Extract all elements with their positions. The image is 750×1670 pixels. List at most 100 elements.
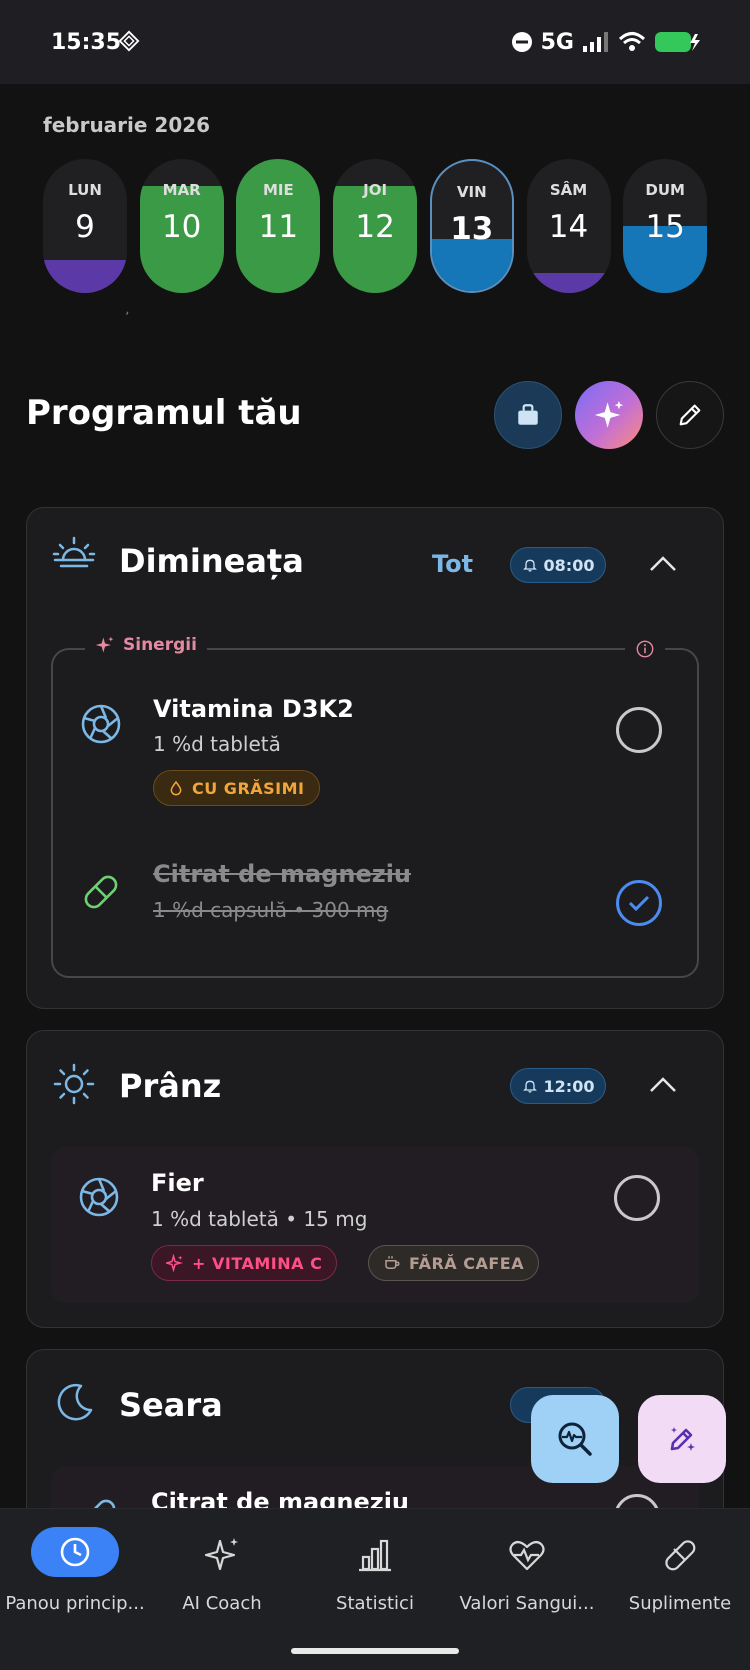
nav-ai-coach[interactable]: AI Coach — [147, 1527, 297, 1627]
supplement-name: Citrat de magneziu — [153, 860, 412, 888]
dnd-icon — [511, 32, 532, 52]
day-vin[interactable]: VIN 13 — [429, 159, 514, 293]
section-title: Prânz — [119, 1067, 222, 1105]
day-name: MIE — [263, 181, 294, 199]
section-title: Seara — [119, 1386, 223, 1424]
nav-label: Panou princip... — [5, 1593, 145, 1614]
sun-icon — [53, 1063, 95, 1105]
supplement-dose: 1 %d tabletă — [151, 1207, 279, 1231]
day-dum[interactable]: DUM 15 — [623, 159, 708, 293]
aperture-icon — [79, 1177, 119, 1217]
day-name: JOI — [363, 181, 388, 199]
nav-blood-values[interactable]: Valori Sangui... — [452, 1527, 602, 1627]
moon-icon — [57, 1384, 93, 1421]
log-button[interactable] — [638, 1395, 726, 1483]
no-coffee-tag: FĂRĂ CAFEA — [368, 1245, 540, 1281]
day-progress-fill — [526, 272, 611, 293]
wifi-icon — [618, 32, 646, 51]
day-number: 11 — [258, 209, 299, 245]
pencil-icon — [679, 404, 701, 426]
day-name: MAR — [162, 181, 201, 199]
list-item[interactable]: Fier 1 %d tabletă • 15 mg + VITAMINA C F… — [51, 1147, 699, 1303]
status-time: 15:35 — [51, 30, 122, 55]
edit-program-button[interactable] — [656, 381, 724, 449]
pill-icon — [665, 1540, 696, 1571]
taken-checkbox[interactable] — [616, 880, 662, 926]
network-label: 5G — [540, 29, 574, 55]
bell-icon — [522, 559, 537, 572]
day-lun[interactable]: LUN 9 — [43, 159, 127, 293]
nav-dashboard[interactable]: Panou princip... — [0, 1527, 150, 1627]
section-morning: Dimineața Tot 08:00 Sinergii Vitamina D3… — [26, 507, 724, 1009]
day-mar[interactable]: MAR 10 — [139, 159, 224, 293]
reminder-time-pill[interactable]: 12:00 — [510, 1068, 606, 1104]
sparkles-icon — [594, 400, 624, 428]
synergy-group: Sinergii Vitamina D3K2 1 %d tabletă CU G… — [51, 634, 699, 978]
battery-charging-icon — [655, 32, 700, 52]
status-bar: 15:35 5G — [0, 0, 750, 84]
check-icon — [628, 895, 650, 912]
pill-icon — [84, 875, 118, 909]
tag-label: CU GRĂSIMI — [192, 778, 305, 798]
nav-supplements[interactable]: Suplimente — [605, 1527, 750, 1627]
home-indicator — [291, 1648, 459, 1654]
reminder-time: 08:00 — [543, 555, 595, 575]
reminder-time-pill[interactable]: 08:00 — [510, 547, 606, 583]
day-sâm[interactable]: SÂM 14 — [526, 159, 611, 293]
take-all-button[interactable]: Tot — [432, 550, 473, 578]
day-name: DUM — [645, 181, 685, 199]
bell-icon — [522, 1080, 537, 1093]
supplement-dose: 1 %d tabletă — [153, 732, 281, 756]
drop-icon — [170, 780, 182, 796]
section-noon: Prânz 12:00 Fier 1 %d tabletă • 15 mg + … — [26, 1030, 724, 1328]
nav-label: Statistici — [336, 1593, 414, 1614]
chevron-up-icon[interactable] — [645, 546, 681, 582]
nav-label: Suplimente — [628, 1593, 732, 1614]
section-title: Dimineața — [119, 542, 304, 580]
supplement-name: Vitamina D3K2 — [153, 695, 354, 723]
nav-statistics[interactable]: Statistici — [300, 1527, 450, 1627]
day-number: 9 — [75, 209, 95, 245]
day-name: SÂM — [549, 181, 588, 199]
nav-label: AI Coach — [182, 1593, 262, 1614]
reminder-time: 12:00 — [543, 1076, 595, 1096]
scan-button[interactable] — [531, 1395, 619, 1483]
bar-chart-icon — [359, 1539, 391, 1572]
supplement-dose: 1 %d capsulă — [153, 898, 287, 922]
day-number: 14 — [548, 209, 589, 245]
day-name: LUN — [68, 181, 102, 199]
shop-button[interactable] — [494, 381, 562, 449]
day-name: VIN — [456, 183, 487, 201]
page-title: Programul tău — [26, 393, 302, 433]
supplement-dose-row: 1 %d capsulă • 300 mg — [153, 898, 389, 922]
take-checkbox[interactable] — [614, 1175, 660, 1221]
supplement-amount: 300 mg — [311, 898, 389, 922]
synergy-label: Sinergii — [123, 635, 197, 655]
coffee-icon — [385, 1256, 400, 1269]
aperture-icon — [81, 704, 121, 744]
vitamin-c-tag: + VITAMINA C — [151, 1245, 338, 1281]
info-icon[interactable] — [625, 634, 665, 664]
sparkles-icon — [95, 636, 114, 653]
supplement-dose-row: 1 %d tabletă • 15 mg — [151, 1207, 368, 1231]
chevron-up-icon[interactable] — [645, 1067, 681, 1103]
day-progress-fill — [43, 259, 127, 293]
supplement-name: Fier — [151, 1169, 204, 1197]
ai-suggest-button[interactable] — [575, 381, 643, 449]
pen-sparkle-icon — [670, 1427, 695, 1451]
shopping-bag-icon — [518, 404, 538, 425]
day-number: 12 — [355, 209, 395, 245]
with-fats-tag: CU GRĂSIMI — [153, 770, 320, 806]
bottom-nav: Panou princip... AI Coach Statistici Val… — [0, 1508, 750, 1670]
take-checkbox[interactable] — [616, 707, 662, 753]
day-joi[interactable]: JOI 12 — [333, 159, 418, 293]
day-mie[interactable]: MIE 11 — [236, 159, 321, 293]
day-number: 15 — [645, 209, 685, 245]
clock-icon — [60, 1537, 90, 1567]
sparkles-icon — [166, 1254, 183, 1272]
tag-label: FĂRĂ CAFEA — [409, 1253, 525, 1273]
week-strip: LUN 9 MAR 10 MIE 11 JOI 12 VIN 13 SÂM 14 DUM 15 — [43, 159, 708, 293]
tag-label: + VITAMINA C — [192, 1253, 323, 1273]
heart-pulse-icon — [509, 1540, 545, 1571]
diamond-icon — [118, 30, 140, 52]
